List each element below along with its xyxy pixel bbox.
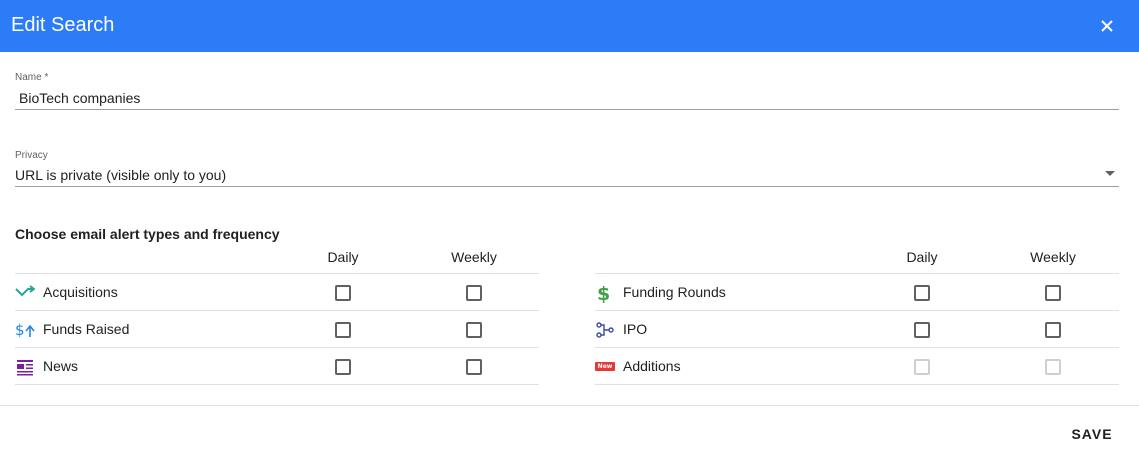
acquisitions-icon — [15, 285, 35, 297]
daily-column-header: Daily — [327, 249, 359, 265]
alert-row-funds-raised: $ Funds Raised — [15, 311, 539, 348]
funds-raised-weekly-checkbox[interactable] — [466, 322, 482, 338]
dollar-icon: $ — [597, 283, 610, 303]
daily-column-header: Daily — [906, 249, 938, 265]
alert-label: News — [43, 358, 79, 374]
additions-daily-checkbox — [914, 359, 930, 375]
acquisitions-weekly-checkbox[interactable] — [466, 285, 482, 301]
news-daily-checkbox[interactable] — [335, 359, 351, 375]
funds-raised-icon: $ — [15, 321, 35, 339]
privacy-value[interactable]: URL is private (visible only to you) — [15, 166, 226, 184]
dropdown-arrow-icon[interactable] — [1105, 171, 1115, 176]
alerts-section-title: Choose email alert types and frequency — [15, 226, 280, 242]
alert-row-funding-rounds: $ Funding Rounds — [595, 274, 1119, 311]
alert-label: IPO — [623, 321, 648, 337]
alert-row-news: News — [15, 348, 539, 385]
alert-label: Funds Raised — [43, 321, 130, 337]
alert-row-ipo: IPO — [595, 311, 1119, 348]
svg-text:$: $ — [15, 321, 25, 339]
privacy-select[interactable]: Privacy URL is private (visible only to … — [15, 150, 1119, 190]
dialog-header: Edit Search — [0, 0, 1139, 52]
close-icon — [1101, 20, 1113, 32]
name-underline — [15, 109, 1119, 110]
save-button[interactable]: SAVE — [1062, 420, 1122, 448]
weekly-column-header: Weekly — [451, 249, 497, 265]
privacy-label: Privacy — [15, 150, 48, 161]
privacy-underline — [15, 186, 1119, 187]
acquisitions-daily-checkbox[interactable] — [335, 285, 351, 301]
dialog-title: Edit Search — [11, 14, 115, 36]
name-field[interactable]: Name * BioTech companies — [15, 72, 1119, 112]
ipo-daily-checkbox[interactable] — [914, 322, 930, 338]
alert-label: Funding Rounds — [623, 284, 726, 300]
alert-row-acquisitions: Acquisitions — [15, 274, 539, 311]
name-input[interactable]: BioTech companies — [19, 89, 140, 107]
close-button[interactable] — [1095, 14, 1119, 38]
news-weekly-checkbox[interactable] — [466, 359, 482, 375]
new-badge-icon: New — [595, 362, 615, 371]
weekly-column-header: Weekly — [1030, 249, 1076, 265]
name-label: Name * — [15, 72, 49, 83]
alert-label: Acquisitions — [43, 284, 118, 300]
alert-row-additions: New Additions — [595, 348, 1119, 385]
footer-divider — [0, 405, 1139, 406]
svg-text:$: $ — [597, 283, 610, 303]
funding-rounds-weekly-checkbox[interactable] — [1045, 285, 1061, 301]
ipo-icon — [596, 322, 614, 338]
additions-weekly-checkbox — [1045, 359, 1061, 375]
alert-label: Additions — [623, 358, 681, 374]
news-icon — [17, 360, 33, 376]
ipo-weekly-checkbox[interactable] — [1045, 322, 1061, 338]
funds-raised-daily-checkbox[interactable] — [335, 322, 351, 338]
funding-rounds-daily-checkbox[interactable] — [914, 285, 930, 301]
